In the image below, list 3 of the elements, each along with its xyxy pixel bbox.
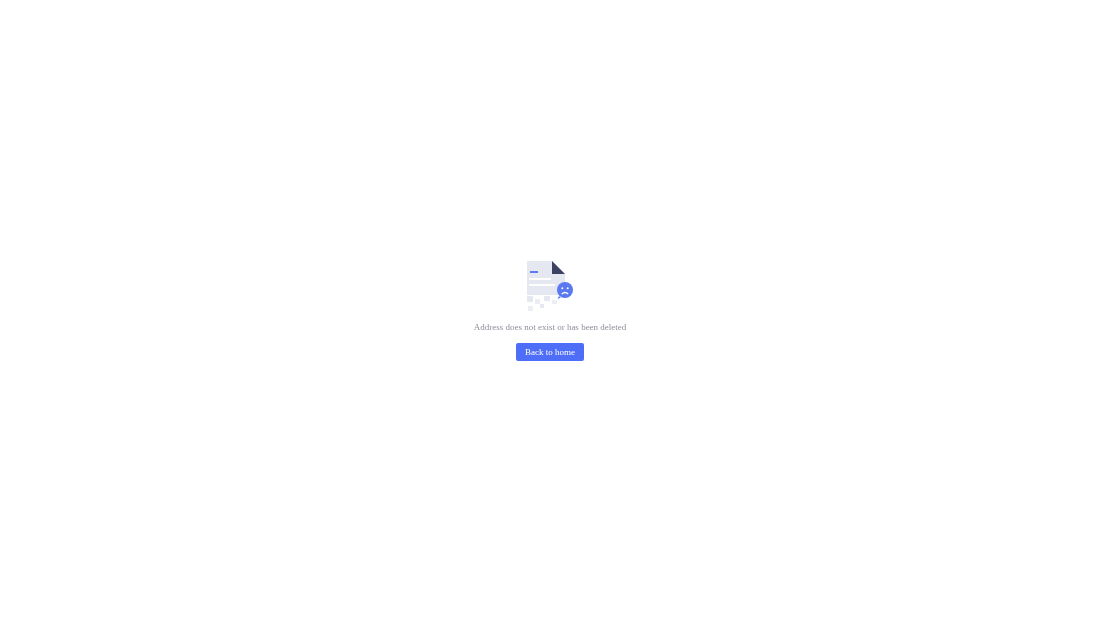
- back-to-home-button[interactable]: Back to home: [516, 343, 584, 361]
- document-sad-face-illustration: [526, 260, 574, 312]
- error-message: Address does not exist or has been deleted: [473, 322, 627, 333]
